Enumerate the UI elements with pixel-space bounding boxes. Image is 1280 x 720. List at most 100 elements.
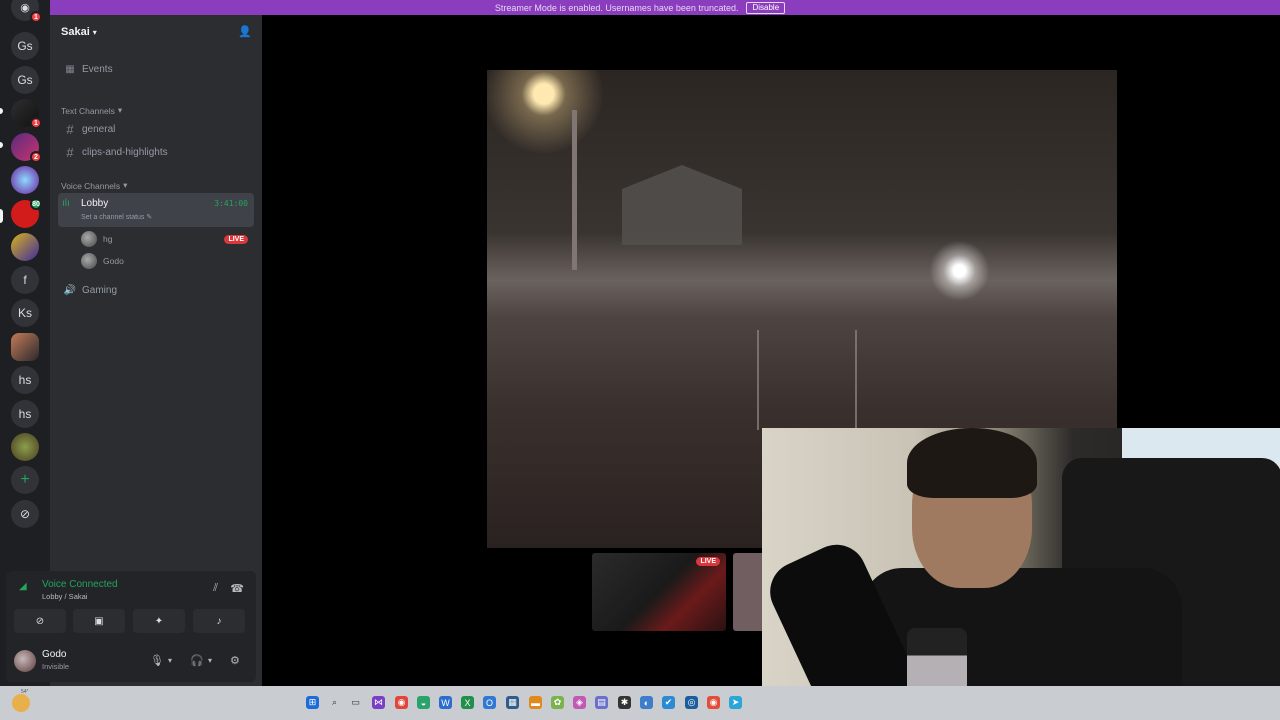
start-icon[interactable]: ⊞ bbox=[306, 696, 319, 709]
app-icon[interactable]: ◐ bbox=[640, 696, 653, 709]
server-ks[interactable]: Ks bbox=[11, 299, 39, 327]
events-item[interactable]: ▦ Events bbox=[58, 59, 254, 79]
telegram-icon[interactable]: ➤ bbox=[729, 696, 742, 709]
microphone-icon[interactable]: 🎙 bbox=[150, 654, 164, 667]
person-hair-shape bbox=[907, 428, 1037, 498]
webcam-overlay bbox=[762, 428, 1280, 720]
server-icon-6[interactable]: 80 bbox=[11, 198, 42, 228]
server-label: f bbox=[23, 273, 27, 287]
weather-temp: 54° bbox=[21, 689, 29, 695]
outlook-icon[interactable]: O bbox=[483, 696, 496, 709]
stream-thumbnail[interactable]: LIVE bbox=[592, 553, 726, 631]
folder-icon[interactable]: ▬ bbox=[529, 696, 542, 709]
chevron-down-icon: ▾ bbox=[92, 27, 97, 37]
disconnect-icon[interactable]: ☎ bbox=[230, 582, 244, 595]
server-gs-1[interactable]: Gs bbox=[11, 32, 39, 60]
edge-icon[interactable]: ◒ bbox=[417, 696, 430, 709]
app-icon[interactable]: ◈ bbox=[573, 696, 586, 709]
server-icon-10[interactable] bbox=[11, 333, 39, 361]
compass-icon: ⊘ bbox=[19, 507, 31, 521]
text-channels-category[interactable]: Text Channels ▾ bbox=[61, 105, 122, 116]
channel-clips-and-highlights[interactable]: # clips-and-highlights bbox=[58, 142, 254, 162]
home-button[interactable]: ◉ 1 bbox=[11, 0, 42, 23]
noise-suppression-icon[interactable]: ⫽ bbox=[213, 582, 218, 595]
server-gs-2[interactable]: Gs bbox=[11, 66, 39, 94]
app-icon[interactable]: ▦ bbox=[506, 696, 519, 709]
server-icon-13[interactable] bbox=[11, 433, 39, 461]
activities-button[interactable]: ✦ bbox=[133, 609, 185, 633]
screen-share-icon: ▣ bbox=[94, 615, 104, 627]
chrome-icon[interactable]: ◉ bbox=[707, 696, 720, 709]
voice-user-hg[interactable]: hg LIVE bbox=[81, 229, 254, 249]
server-header[interactable]: Sakai ▾ bbox=[50, 15, 262, 49]
voice-channel-lobby[interactable]: ılı Lobby Set a channel status ✎ 3:41:00 bbox=[58, 193, 254, 227]
app-icon[interactable]: ✔ bbox=[662, 696, 675, 709]
add-server-button[interactable]: + bbox=[11, 466, 39, 494]
discord-window: Streamer Mode is enabled. Usernames have… bbox=[0, 0, 1280, 720]
camera-off-icon: ⊘ bbox=[35, 615, 45, 627]
user-name[interactable]: Godo bbox=[42, 649, 66, 660]
server-name: Sakai bbox=[61, 26, 90, 38]
soundboard-button[interactable]: ♪ bbox=[193, 609, 245, 633]
lobby-label: Lobby bbox=[81, 198, 109, 209]
server-icon-5[interactable] bbox=[11, 166, 39, 194]
search-icon[interactable]: ⌕ bbox=[328, 696, 341, 709]
voice-user-godo[interactable]: Godo bbox=[81, 251, 254, 271]
app-icon[interactable]: ✿ bbox=[551, 696, 564, 709]
voice-channel-gaming[interactable]: 🔊 Gaming bbox=[58, 280, 254, 300]
user-panel: Godo Invisible 🎙 ▾ 🎧 ▾ ⚙ bbox=[6, 640, 256, 682]
chevron-down-icon[interactable]: ▾ bbox=[208, 656, 212, 665]
invite-people-icon[interactable]: 👤 bbox=[238, 25, 252, 39]
taskbar: 54° ⊞ ⌕ ▭ ⋈ ◉ ◒ W X O ▦ ▬ ✿ ◈ ▤ ✱ ◐ ✔ ◎ … bbox=[0, 686, 1280, 720]
avatar[interactable] bbox=[14, 650, 36, 672]
voice-timer: 3:41:00 bbox=[214, 199, 248, 208]
server-icon-3[interactable]: 1 bbox=[11, 99, 42, 129]
category-label: Text Channels bbox=[61, 105, 115, 116]
hash-icon: # bbox=[66, 121, 74, 137]
street-pole-shape bbox=[572, 110, 577, 270]
stream-thumbnail-2[interactable] bbox=[733, 553, 765, 631]
weather-icon[interactable] bbox=[12, 694, 30, 712]
avatar bbox=[81, 231, 97, 247]
server-icon-7[interactable] bbox=[11, 233, 39, 261]
server-label: Ks bbox=[17, 306, 32, 320]
calendar-icon: ▦ bbox=[65, 63, 75, 75]
streamer-mode-banner: Streamer Mode is enabled. Usernames have… bbox=[0, 0, 1280, 15]
voice-channels-category[interactable]: Voice Channels ▾ bbox=[61, 180, 127, 191]
task-view-icon[interactable]: ▭ bbox=[349, 696, 362, 709]
server-icon-4[interactable]: 2 bbox=[11, 133, 42, 163]
connection-signal-icon[interactable]: ◢ bbox=[19, 581, 27, 592]
app-icon[interactable]: ✱ bbox=[618, 696, 631, 709]
chevron-down-icon[interactable]: ▾ bbox=[168, 656, 172, 665]
server-hs-2[interactable]: hs bbox=[11, 400, 39, 428]
visual-studio-icon[interactable]: ⋈ bbox=[372, 696, 385, 709]
home-unread-badge: 1 bbox=[30, 11, 42, 23]
chevron-down-icon: ▾ bbox=[123, 180, 128, 190]
channel-status-hint[interactable]: Set a channel status ✎ bbox=[81, 213, 152, 221]
plus-icon: + bbox=[20, 471, 30, 488]
server-f[interactable]: f bbox=[11, 266, 39, 294]
category-label: Voice Channels bbox=[61, 180, 121, 191]
steam-icon[interactable]: ◎ bbox=[685, 696, 698, 709]
voice-connected-label[interactable]: Voice Connected bbox=[42, 579, 118, 590]
disable-streamer-mode-button[interactable]: Disable bbox=[746, 1, 786, 14]
selected-pill bbox=[0, 209, 3, 223]
channel-general[interactable]: # general bbox=[58, 119, 254, 139]
screen-share-button[interactable]: ▣ bbox=[73, 609, 125, 633]
server-hs-1[interactable]: hs bbox=[11, 366, 39, 394]
channel-label: clips-and-highlights bbox=[82, 146, 168, 158]
excel-icon[interactable]: X bbox=[461, 696, 474, 709]
explore-servers-button[interactable]: ⊘ bbox=[11, 500, 39, 528]
voice-location-label[interactable]: Lobby / Sakai bbox=[42, 592, 87, 601]
gear-icon[interactable]: ⚙ bbox=[230, 654, 240, 667]
headphones-icon[interactable]: 🎧 bbox=[190, 654, 204, 667]
chrome-icon[interactable]: ◉ bbox=[395, 696, 408, 709]
unread-pill bbox=[0, 108, 3, 114]
live-badge: LIVE bbox=[696, 557, 720, 566]
server-badge: 1 bbox=[30, 117, 42, 129]
camera-off-button[interactable]: ⊘ bbox=[14, 609, 66, 633]
events-label: Events bbox=[82, 63, 113, 75]
road-lines-shape bbox=[757, 330, 857, 430]
app-icon[interactable]: ▤ bbox=[595, 696, 608, 709]
word-icon[interactable]: W bbox=[439, 696, 452, 709]
